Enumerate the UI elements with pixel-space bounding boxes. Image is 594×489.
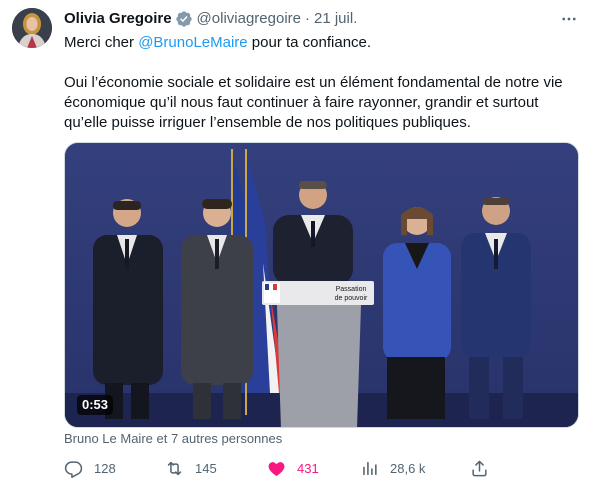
podium-sign-line1: Passation xyxy=(336,286,367,293)
more-options-icon[interactable] xyxy=(558,8,580,30)
author-handle[interactable]: @oliviagregoire xyxy=(197,9,301,29)
author-name[interactable]: Olivia Gregoire xyxy=(64,9,172,29)
reply-button[interactable]: 128 xyxy=(56,456,116,480)
like-count: 431 xyxy=(297,460,319,476)
views-button[interactable]: 28,6 k xyxy=(352,456,425,480)
tweet-text-paragraph: Oui l’économie sociale et solidaire est … xyxy=(64,74,563,131)
video-player[interactable]: Passation de pouvoir 0:53 xyxy=(64,142,579,428)
share-icon xyxy=(462,456,496,480)
tweet: Olivia Gregoire @oliviagregoire · 21 jui… xyxy=(0,0,594,489)
podium-sign-line2: de pouvoir xyxy=(335,295,368,302)
tweet-text: Merci cher @BrunoLeMaire pour ta confian… xyxy=(64,33,579,133)
tweet-text-line1: Merci cher @BrunoLeMaire pour ta confian… xyxy=(64,33,579,53)
author-avatar[interactable] xyxy=(12,8,52,48)
text-prefix: Merci cher xyxy=(64,34,139,51)
tweet-date[interactable]: 21 juil. xyxy=(314,9,357,29)
tagged-people-link[interactable]: Bruno Le Maire et 7 autres personnes xyxy=(64,431,282,447)
views-count: 28,6 k xyxy=(390,460,426,476)
verified-badge-icon xyxy=(175,10,193,28)
video-thumbnail: Passation de pouvoir xyxy=(65,143,578,427)
action-bar: 128 145 431 28,6 k xyxy=(56,456,496,480)
video-duration: 0:53 xyxy=(77,395,114,415)
views-chart-icon xyxy=(352,456,386,480)
retweet-icon xyxy=(157,456,191,480)
retweet-count: 145 xyxy=(195,460,217,476)
text-suffix: pour ta confiance. xyxy=(247,34,372,51)
like-button[interactable]: 431 xyxy=(259,456,319,480)
reply-count: 128 xyxy=(94,460,116,476)
tweet-header: Olivia Gregoire @oliviagregoire · 21 jui… xyxy=(64,9,580,29)
share-button[interactable] xyxy=(462,456,496,480)
retweet-button[interactable]: 145 xyxy=(157,456,217,480)
mention-link[interactable]: @BrunoLeMaire xyxy=(138,34,247,51)
heart-filled-icon xyxy=(259,456,293,480)
reply-icon xyxy=(56,456,90,480)
separator-dot: · xyxy=(305,10,310,27)
